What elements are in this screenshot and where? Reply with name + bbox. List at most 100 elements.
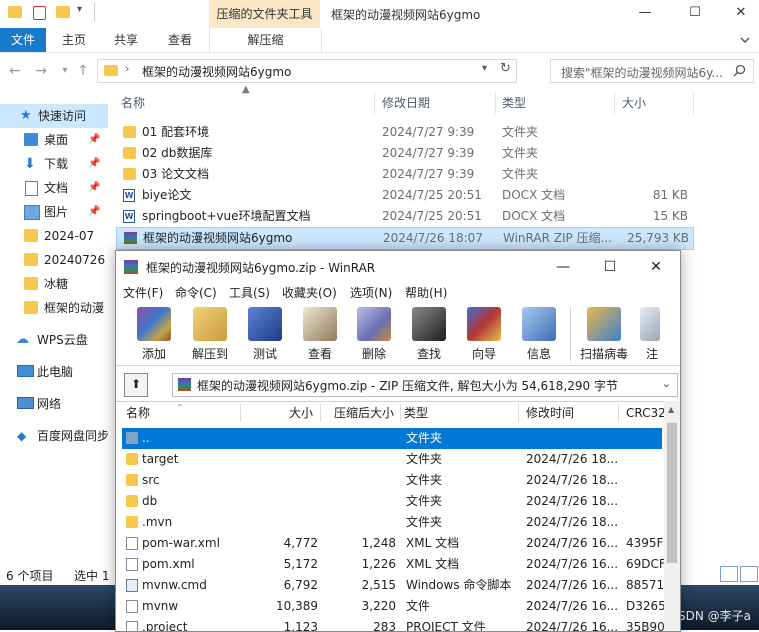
- scroll-up-icon[interactable]: ▲: [668, 405, 674, 414]
- archive-row[interactable]: mvnw.cmd 6,792 2,515 Windows 命令脚本 2024/7…: [122, 575, 664, 596]
- nav-folder-anime-site[interactable]: 框架的动漫: [0, 296, 108, 320]
- archive-row[interactable]: .mvn 文件夹 2024/7/26 18...: [122, 512, 662, 533]
- menu-file[interactable]: 文件(F): [123, 284, 163, 301]
- archive-row[interactable]: src 文件夹 2024/7/26 18...: [122, 470, 662, 491]
- comment-button[interactable]: 注: [632, 305, 672, 363]
- info-button[interactable]: 信息: [510, 305, 568, 363]
- archive-row[interactable]: db 文件夹 2024/7/26 18...: [122, 491, 662, 512]
- chevron-right-icon[interactable]: ›: [125, 62, 129, 75]
- up-one-level-icon[interactable]: ⬆: [124, 373, 148, 397]
- tab-view[interactable]: 查看: [158, 28, 202, 52]
- nav-folder-bingtang[interactable]: 冰糖: [0, 272, 108, 296]
- column-header-type[interactable]: 类型: [404, 402, 428, 424]
- file-row[interactable]: 01 配套环境 2024/7/27 9:39 文件夹: [116, 122, 692, 143]
- maximize-button[interactable]: ☐: [672, 0, 718, 28]
- winrar-maximize-button[interactable]: ☐: [587, 251, 633, 283]
- column-divider[interactable]: [240, 404, 241, 422]
- find-button[interactable]: 查找: [400, 305, 458, 363]
- nav-downloads[interactable]: ⬇ 下载 📌: [0, 152, 108, 176]
- chevron-down-icon[interactable]: ⌄: [662, 377, 671, 390]
- address-bar[interactable]: › 框架的动漫视频网站6ygmo ▾ ↻: [97, 59, 517, 83]
- virus-scan-button[interactable]: 扫描病毒: [575, 305, 633, 363]
- customize-toolbar-icon[interactable]: ▾: [77, 4, 82, 15]
- properties-icon[interactable]: [33, 6, 46, 20]
- archive-row[interactable]: pom.xml 5,172 1,226 XML 文档 2024/7/26 16.…: [122, 554, 666, 575]
- recent-locations-icon[interactable]: ▾: [56, 62, 74, 80]
- nav-quick-access[interactable]: ★ 快速访问: [0, 104, 108, 128]
- search-icon[interactable]: [733, 64, 746, 77]
- column-divider[interactable]: [495, 92, 496, 114]
- nav-network[interactable]: 网络: [0, 392, 108, 416]
- up-arrow-icon[interactable]: ↑: [74, 62, 92, 80]
- tab-file[interactable]: 文件: [0, 28, 46, 52]
- menu-commands[interactable]: 命令(C): [175, 284, 217, 301]
- column-header-size[interactable]: 大小: [289, 402, 313, 424]
- column-header-name[interactable]: 名称: [121, 92, 145, 114]
- winrar-close-button[interactable]: ✕: [633, 251, 679, 283]
- details-view-icon[interactable]: [720, 566, 738, 582]
- tab-share[interactable]: 共享: [104, 28, 148, 52]
- refresh-icon[interactable]: ↻: [500, 61, 511, 76]
- column-divider[interactable]: [320, 404, 321, 422]
- column-header-crc[interactable]: CRC32: [626, 402, 664, 424]
- archive-row[interactable]: mvnw 10,389 3,220 文件 2024/7/26 16... D32…: [122, 596, 666, 617]
- menu-favorites[interactable]: 收藏夹(O): [282, 284, 337, 301]
- archive-row[interactable]: target 文件夹 2024/7/26 18...: [122, 449, 662, 470]
- column-divider[interactable]: [618, 404, 619, 422]
- file-row[interactable]: W biye论文 2024/7/25 20:51 DOCX 文档 81 KB: [116, 185, 692, 206]
- nav-documents[interactable]: 文档 📌: [0, 176, 108, 200]
- test-button[interactable]: 测试: [236, 305, 294, 363]
- file-row-selected[interactable]: 框架的动漫视频网站6ygmo 2024/7/26 18:07 WinRAR ZI…: [116, 227, 694, 250]
- column-divider[interactable]: [693, 92, 694, 114]
- column-header-date[interactable]: 修改日期: [382, 92, 430, 114]
- menu-tools[interactable]: 工具(S): [229, 284, 270, 301]
- pin-icon[interactable]: 📌: [88, 200, 100, 224]
- close-button[interactable]: ✕: [718, 0, 759, 28]
- column-header-type[interactable]: 类型: [502, 92, 526, 114]
- minimize-button[interactable]: —: [622, 0, 668, 28]
- archive-row-selected[interactable]: .. 文件夹: [122, 428, 662, 449]
- folder-icon[interactable]: [8, 6, 22, 18]
- column-divider[interactable]: [614, 92, 615, 114]
- nav-desktop[interactable]: 桌面 📌: [0, 128, 108, 152]
- archive-row[interactable]: pom-war.xml 4,772 1,248 XML 文档 2024/7/26…: [122, 533, 663, 554]
- vertical-scrollbar[interactable]: ▲: [664, 401, 680, 631]
- nav-wps-cloud[interactable]: ☁ WPS云盘: [0, 328, 108, 352]
- file-row[interactable]: 03 论文文档 2024/7/27 9:39 文件夹: [116, 164, 692, 185]
- nav-this-pc[interactable]: 此电脑: [0, 360, 108, 384]
- search-input[interactable]: 搜索"框架的动漫视频网站6y...: [550, 59, 754, 83]
- back-arrow-icon[interactable]: ←: [6, 62, 24, 80]
- archive-path-dropdown[interactable]: 框架的动漫视频网站6ygmo.zip - ZIP 压缩文件, 解包大小为 54,…: [172, 373, 678, 397]
- column-header-name[interactable]: 名称: [126, 402, 150, 424]
- scrollbar-thumb[interactable]: [667, 423, 677, 563]
- column-header-modified[interactable]: 修改时间: [526, 402, 574, 424]
- file-row[interactable]: 02 db数据库 2024/7/27 9:39 文件夹: [116, 143, 692, 164]
- extract-to-button[interactable]: 解压到: [181, 305, 239, 363]
- tab-extract[interactable]: 解压缩: [209, 28, 322, 52]
- delete-button[interactable]: 删除: [345, 305, 403, 363]
- menu-help[interactable]: 帮助(H): [405, 284, 447, 301]
- column-header-size[interactable]: 大小: [622, 92, 646, 114]
- large-icons-view-icon[interactable]: [740, 566, 758, 582]
- winrar-minimize-button[interactable]: —: [540, 251, 586, 283]
- column-divider[interactable]: [518, 404, 519, 422]
- nav-baidu-sync[interactable]: ◆ 百度网盘同步: [0, 424, 108, 448]
- wizard-button[interactable]: 向导: [455, 305, 513, 363]
- column-header-packed[interactable]: 压缩后大小: [334, 402, 394, 424]
- nav-folder-2024-07[interactable]: 2024-07: [0, 224, 108, 248]
- pin-icon[interactable]: 📌: [88, 152, 100, 176]
- nav-pictures[interactable]: 图片 📌: [0, 200, 108, 224]
- column-divider[interactable]: [374, 92, 375, 114]
- view-button[interactable]: 查看: [291, 305, 349, 363]
- forward-arrow-icon[interactable]: →: [32, 62, 50, 80]
- pin-icon[interactable]: 📌: [88, 176, 100, 200]
- tab-home[interactable]: 主页: [52, 28, 96, 52]
- menu-options[interactable]: 选项(N): [350, 284, 392, 301]
- add-button[interactable]: 添加: [125, 305, 183, 363]
- chevron-down-icon[interactable]: ▾: [482, 63, 487, 74]
- column-divider[interactable]: [400, 404, 401, 422]
- nav-folder-20240726[interactable]: 20240726: [0, 248, 108, 272]
- pin-icon[interactable]: 📌: [88, 128, 100, 152]
- expand-ribbon-icon[interactable]: [737, 32, 753, 48]
- file-row[interactable]: W springboot+vue环境配置文档 2024/7/25 20:51 D…: [116, 206, 692, 227]
